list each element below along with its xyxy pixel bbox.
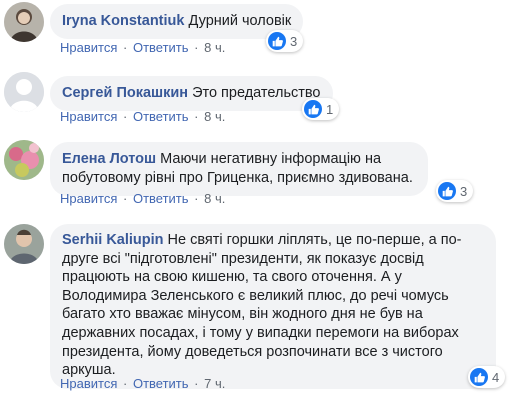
- comment-author[interactable]: Iryna Konstantiuk: [62, 13, 184, 29]
- comment: Iryna Konstantiuk Дурний чоловік 3 Нравит…: [0, 0, 510, 60]
- comment-actions: Нравится · Ответить · 8 ч.: [60, 40, 225, 55]
- comment-text: Не святі горшки ліплять, це по-перше, а …: [62, 232, 462, 379]
- like-link[interactable]: Нравится: [60, 376, 117, 391]
- comment-bubble: Елена Лотош Маючи негативну інформацію на…: [50, 142, 428, 196]
- comment-bubble: Iryna Konstantiuk Дурний чоловік: [50, 4, 304, 39]
- like-link[interactable]: Нравится: [60, 109, 117, 124]
- separator: ·: [194, 191, 199, 206]
- separator: ·: [123, 109, 128, 124]
- reaction-count[interactable]: 3: [266, 30, 304, 52]
- separator: ·: [194, 40, 199, 55]
- like-link[interactable]: Нравится: [60, 191, 117, 206]
- avatar[interactable]: [4, 72, 44, 112]
- reaction-count-label: 3: [460, 183, 468, 199]
- thumbs-up-icon: [268, 32, 286, 50]
- reaction-count-label: 4: [492, 369, 500, 385]
- comment-author[interactable]: Serhii Kaliupin: [62, 232, 164, 248]
- avatar[interactable]: [4, 224, 44, 264]
- reaction-count-label: 3: [290, 33, 298, 49]
- separator: ·: [123, 40, 128, 55]
- timestamp[interactable]: 8 ч.: [204, 40, 225, 55]
- reaction-count[interactable]: 1: [302, 98, 340, 120]
- comment-bubble: Serhii Kaliupin Не святі горшки ліплять, …: [50, 224, 496, 389]
- comment: Елена Лотош Маючи негативну інформацію на…: [0, 134, 510, 214]
- comment: Serhii Kaliupin Не святі горшки ліплять, …: [0, 218, 510, 400]
- comment-author[interactable]: Сергей Покашкин: [62, 85, 188, 101]
- separator: ·: [194, 109, 199, 124]
- thumbs-up-icon: [438, 182, 456, 200]
- comment-actions: Нравится · Ответить · 7 ч.: [60, 376, 225, 391]
- reply-link[interactable]: Ответить: [133, 191, 189, 206]
- avatar[interactable]: [4, 140, 44, 180]
- comment: Сергей Покашкин Это предательство 1 Нрави…: [0, 68, 510, 128]
- timestamp[interactable]: 8 ч.: [204, 191, 225, 206]
- comment-text: Дурний чоловік: [188, 13, 292, 29]
- timestamp[interactable]: 8 ч.: [204, 109, 225, 124]
- comment-text: Это предательство: [192, 85, 321, 101]
- timestamp[interactable]: 7 ч.: [204, 376, 225, 391]
- comment-author[interactable]: Елена Лотош: [62, 151, 156, 167]
- reaction-count[interactable]: 4: [468, 366, 506, 388]
- separator: ·: [123, 191, 128, 206]
- separator: ·: [194, 376, 199, 391]
- thumbs-up-icon: [304, 100, 322, 118]
- separator: ·: [123, 376, 128, 391]
- reply-link[interactable]: Ответить: [133, 376, 189, 391]
- avatar[interactable]: [4, 2, 44, 42]
- comment-bubble: Сергей Покашкин Это предательство: [50, 76, 333, 111]
- reaction-count-label: 1: [326, 101, 334, 117]
- reply-link[interactable]: Ответить: [133, 109, 189, 124]
- reply-link[interactable]: Ответить: [133, 40, 189, 55]
- reaction-count[interactable]: 3: [436, 180, 474, 202]
- comment-actions: Нравится · Ответить · 8 ч.: [60, 191, 225, 206]
- like-link[interactable]: Нравится: [60, 40, 117, 55]
- thumbs-up-icon: [470, 368, 488, 386]
- comment-actions: Нравится · Ответить · 8 ч.: [60, 109, 225, 124]
